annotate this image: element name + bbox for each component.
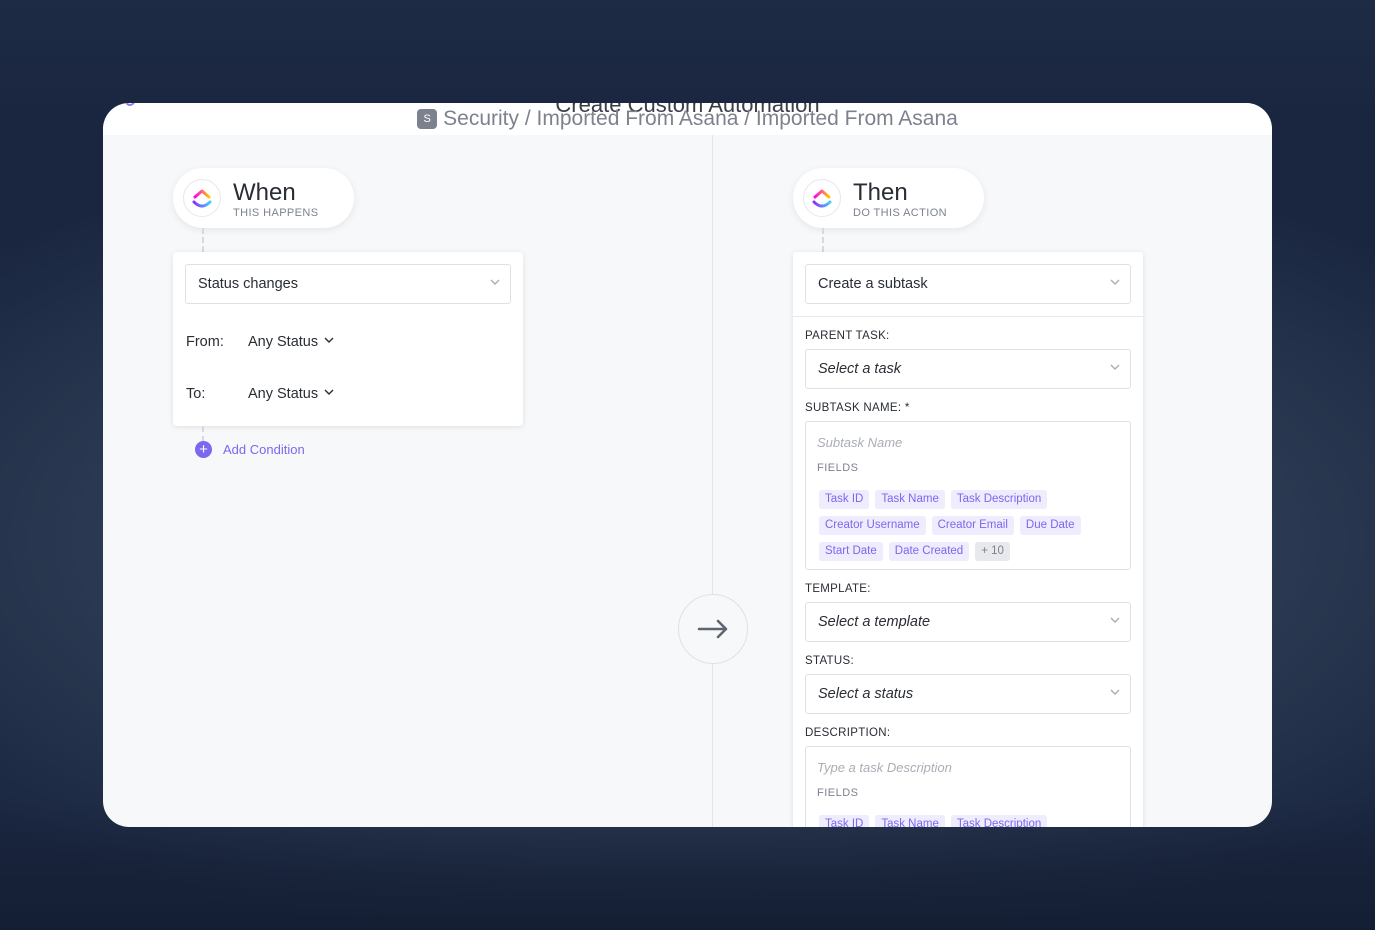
field-tag[interactable]: Task ID bbox=[819, 490, 870, 509]
action-select-value: Create a subtask bbox=[818, 276, 928, 292]
center-divider bbox=[712, 135, 713, 827]
when-title: When bbox=[233, 179, 296, 206]
chevron-down-icon bbox=[1110, 364, 1120, 370]
description-field-tags: Task ID Task Name Task Description bbox=[819, 814, 1119, 827]
to-label: To: bbox=[186, 386, 206, 402]
breadcrumb: S Security / Imported From Asana / Import… bbox=[103, 107, 1272, 131]
field-tag[interactable]: Creator Username bbox=[819, 516, 926, 535]
template-select[interactable]: Select a template bbox=[805, 602, 1131, 642]
trigger-card: Status changes From: Any Status To: Any … bbox=[173, 252, 523, 426]
field-tag[interactable]: Date Created bbox=[888, 542, 970, 561]
field-tag[interactable]: Start Date bbox=[819, 542, 883, 561]
chevron-down-icon bbox=[1110, 689, 1120, 695]
trigger-select[interactable]: Status changes bbox=[185, 264, 511, 304]
field-tag[interactable]: Task Name bbox=[875, 815, 945, 827]
then-title: Then bbox=[853, 179, 908, 206]
add-condition-label: Add Condition bbox=[223, 442, 305, 457]
parent-task-select[interactable]: Select a task bbox=[805, 349, 1131, 389]
add-condition-button[interactable]: + Add Condition bbox=[195, 441, 305, 458]
background-top bbox=[0, 0, 1375, 120]
plus-circle-icon: + bbox=[195, 441, 212, 458]
subtask-name-placeholder: Subtask Name bbox=[817, 435, 903, 450]
field-tag[interactable]: Due Date bbox=[1019, 516, 1081, 535]
then-subtitle: DO THIS ACTION bbox=[853, 207, 948, 219]
when-connector bbox=[202, 228, 204, 252]
chevron-down-icon bbox=[324, 389, 334, 395]
field-tag[interactable]: Task Description bbox=[950, 490, 1048, 509]
to-status-dropdown[interactable]: Any Status bbox=[248, 386, 334, 402]
status-select[interactable]: Select a status bbox=[805, 674, 1131, 714]
from-label: From: bbox=[186, 334, 224, 350]
chevron-down-icon bbox=[324, 337, 334, 343]
description-label: DESCRIPTION: bbox=[805, 727, 891, 739]
parent-task-value: Select a task bbox=[818, 361, 902, 377]
more-fields-tag[interactable]: + 10 bbox=[975, 542, 1010, 561]
condition-connector bbox=[202, 426, 204, 442]
chevron-down-icon bbox=[1110, 279, 1120, 285]
description-placeholder: Type a task Description bbox=[817, 760, 952, 775]
modal-header: Create Custom Automation S Security / Imp… bbox=[103, 103, 1272, 135]
clickup-logo-icon bbox=[183, 179, 221, 217]
field-tag[interactable]: Creator Email bbox=[931, 516, 1014, 535]
template-value: Select a template bbox=[818, 614, 931, 630]
from-status-dropdown[interactable]: Any Status bbox=[248, 334, 334, 350]
action-card: Create a subtask PARENT TASK: Select a t… bbox=[793, 252, 1143, 827]
field-tag[interactable]: Task Name bbox=[875, 490, 945, 509]
field-tag[interactable]: Task Description bbox=[950, 815, 1048, 827]
arrow-connector bbox=[678, 594, 748, 664]
action-separator bbox=[793, 316, 1143, 317]
description-fields-label: FIELDS bbox=[817, 787, 859, 799]
breadcrumb-path: Security / Imported From Asana / Importe… bbox=[443, 107, 958, 130]
template-label: TEMPLATE: bbox=[805, 583, 871, 595]
when-header-pill: When THIS HAPPENS bbox=[173, 168, 354, 228]
description-input[interactable]: Type a task Description FIELDS Task ID Ta… bbox=[805, 746, 1131, 827]
then-header-pill: Then DO THIS ACTION bbox=[793, 168, 984, 228]
subtask-name-label: SUBTASK NAME: * bbox=[805, 402, 910, 414]
then-connector bbox=[822, 228, 824, 252]
parent-task-label: PARENT TASK: bbox=[805, 330, 890, 342]
status-label: STATUS: bbox=[805, 655, 854, 667]
subtask-fields-label: FIELDS bbox=[817, 462, 859, 474]
clickup-logo-icon bbox=[803, 179, 841, 217]
chevron-down-icon bbox=[490, 279, 500, 285]
field-tag[interactable]: Task ID bbox=[819, 815, 870, 827]
from-status-value: Any Status bbox=[248, 334, 319, 350]
to-status-value: Any Status bbox=[248, 386, 319, 402]
chevron-down-icon bbox=[1110, 617, 1120, 623]
trigger-select-value: Status changes bbox=[198, 276, 298, 292]
subtask-name-input[interactable]: Subtask Name FIELDS Task ID Task Name Task… bbox=[805, 421, 1131, 570]
arrow-right-icon bbox=[697, 619, 728, 639]
automation-modal: Create Custom Automation S Security / Imp… bbox=[103, 103, 1272, 827]
subtask-field-tags: Task ID Task Name Task Description Creator … bbox=[819, 489, 1119, 567]
space-badge: S bbox=[417, 109, 438, 129]
action-select[interactable]: Create a subtask bbox=[805, 264, 1131, 304]
when-subtitle: THIS HAPPENS bbox=[233, 207, 319, 219]
status-value: Select a status bbox=[818, 686, 914, 702]
